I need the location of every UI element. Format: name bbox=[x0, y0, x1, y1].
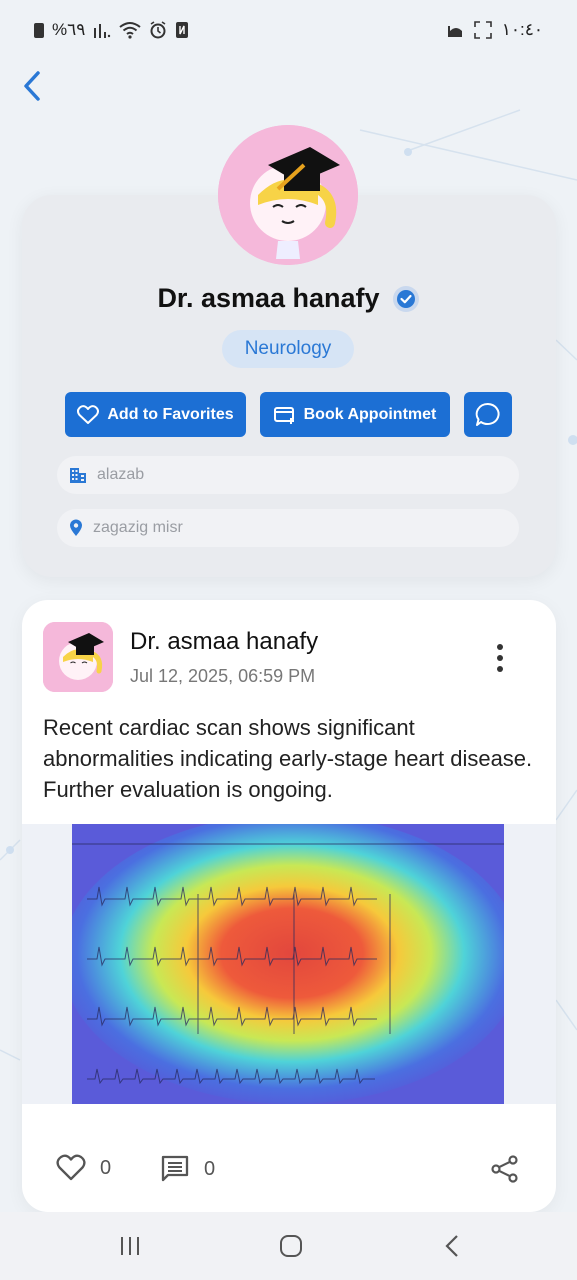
heart-icon bbox=[77, 404, 100, 424]
home-button[interactable] bbox=[279, 1234, 303, 1263]
chevron-left-icon bbox=[24, 71, 40, 101]
clock: ١٠:٤٠ bbox=[501, 20, 543, 39]
status-left: %٦٩ bbox=[34, 20, 189, 40]
chevron-left-icon bbox=[445, 1235, 458, 1257]
system-back-button[interactable] bbox=[442, 1234, 462, 1263]
calendar-plus-icon bbox=[273, 406, 294, 424]
post-options-button[interactable] bbox=[488, 644, 512, 672]
more-vertical-icon bbox=[497, 644, 503, 650]
share-button[interactable] bbox=[490, 1154, 520, 1184]
book-appointment-button[interactable]: Book Appointmet bbox=[260, 392, 450, 437]
avatar-illustration bbox=[218, 125, 358, 265]
avatar-illustration bbox=[43, 622, 113, 692]
back-button[interactable] bbox=[14, 66, 50, 106]
doctor-avatar[interactable] bbox=[218, 125, 358, 265]
hospital-value: alazab bbox=[97, 466, 145, 483]
add-to-favorites-button[interactable]: Add to Favorites bbox=[65, 392, 246, 437]
location-pin-icon bbox=[70, 519, 82, 536]
like-count: 0 bbox=[100, 1156, 112, 1179]
location-value: zagazig misr bbox=[93, 519, 183, 536]
wifi-icon bbox=[119, 22, 142, 39]
post-author-name[interactable]: Dr. asmaa hanafy bbox=[130, 628, 318, 656]
doctor-name-row: Dr. asmaa hanafy bbox=[0, 283, 577, 314]
comment-icon bbox=[161, 1155, 189, 1182]
chat-bubble-icon bbox=[475, 402, 500, 426]
battery-percent: %٦٩ bbox=[52, 20, 86, 39]
comment-button[interactable]: 0 bbox=[160, 1154, 215, 1184]
hospital-field: alazab bbox=[57, 456, 519, 494]
post-text: Recent cardiac scan shows significant ab… bbox=[43, 715, 533, 802]
add-to-favorites-label: Add to Favorites bbox=[107, 405, 234, 423]
system-nav-bar bbox=[0, 1212, 577, 1280]
doctor-name: Dr. asmaa hanafy bbox=[157, 283, 380, 313]
post-card: Dr. asmaa hanafy Jul 12, 2025, 06:59 PM … bbox=[22, 600, 556, 1212]
ecg-heatmap-image bbox=[72, 824, 504, 1104]
battery-icon bbox=[34, 22, 44, 38]
status-bar: %٦٩ ١٠:٤٠ bbox=[0, 0, 577, 62]
home-icon bbox=[280, 1235, 302, 1257]
recent-apps-button[interactable] bbox=[118, 1234, 142, 1263]
location-field: zagazig misr bbox=[57, 509, 519, 547]
nfc-icon bbox=[176, 22, 189, 38]
chat-button[interactable] bbox=[464, 392, 512, 437]
share-icon bbox=[491, 1155, 518, 1183]
recent-apps-icon bbox=[121, 1237, 139, 1255]
comment-count: 0 bbox=[204, 1157, 216, 1180]
building-icon bbox=[70, 468, 86, 483]
like-button[interactable]: 0 bbox=[56, 1154, 111, 1182]
verified-badge-icon bbox=[392, 285, 419, 312]
post-image-container[interactable] bbox=[22, 824, 556, 1104]
heart-icon bbox=[56, 1154, 86, 1181]
alarm-icon bbox=[150, 21, 166, 39]
book-appointment-label: Book Appointmet bbox=[303, 405, 437, 423]
post-date: Jul 12, 2025, 06:59 PM bbox=[130, 666, 316, 686]
post-author-avatar[interactable] bbox=[43, 622, 113, 692]
signal-icon bbox=[94, 24, 111, 38]
mosque-icon bbox=[447, 26, 462, 37]
specialty-badge: Neurology bbox=[222, 330, 354, 368]
screenshot-frame-icon bbox=[473, 21, 492, 39]
post-actions: 0 0 bbox=[22, 1140, 556, 1200]
status-right: ١٠:٤٠ bbox=[447, 20, 543, 40]
